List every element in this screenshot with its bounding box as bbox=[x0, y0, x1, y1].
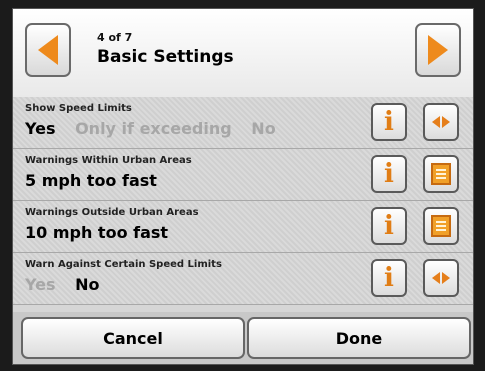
option-yes[interactable]: Yes bbox=[25, 119, 56, 138]
info-icon: i bbox=[384, 211, 394, 241]
toggle-option-button[interactable] bbox=[423, 259, 459, 297]
page-title: Basic Settings bbox=[97, 47, 234, 67]
setting-label: Warn Against Certain Speed Limits bbox=[25, 259, 222, 270]
setting-value: 5 mph too fast bbox=[25, 171, 157, 190]
option-no[interactable]: No bbox=[251, 119, 275, 138]
setting-row-warnings-outside-urban: Warnings Outside Urban Areas 10 mph too … bbox=[13, 201, 473, 253]
cancel-button[interactable]: Cancel bbox=[21, 317, 245, 359]
info-icon: i bbox=[384, 263, 394, 293]
info-button[interactable]: i bbox=[371, 259, 407, 297]
next-page-button[interactable] bbox=[415, 23, 461, 77]
list-button[interactable] bbox=[423, 155, 459, 193]
option-group: Yes Only if exceeding No bbox=[25, 119, 290, 138]
list-button[interactable] bbox=[423, 207, 459, 245]
option-yes[interactable]: Yes bbox=[25, 275, 56, 294]
option-no[interactable]: No bbox=[75, 275, 99, 294]
previous-page-button[interactable] bbox=[25, 23, 71, 77]
settings-screen: 4 of 7 Basic Settings Show Speed Limits … bbox=[12, 8, 474, 365]
info-button[interactable]: i bbox=[371, 155, 407, 193]
info-button[interactable]: i bbox=[371, 103, 407, 141]
arrow-left-icon bbox=[38, 35, 58, 65]
done-button[interactable]: Done bbox=[247, 317, 471, 359]
arrow-right-icon bbox=[428, 35, 448, 65]
setting-value: 10 mph too fast bbox=[25, 223, 169, 242]
list-icon bbox=[431, 215, 451, 237]
header: 4 of 7 Basic Settings bbox=[13, 9, 473, 98]
left-right-arrows-icon bbox=[432, 272, 450, 284]
info-icon: i bbox=[384, 159, 394, 189]
left-right-arrows-icon bbox=[432, 116, 450, 128]
option-group: Yes No bbox=[25, 275, 113, 294]
setting-row-warn-certain-speed-limits: Warn Against Certain Speed Limits Yes No… bbox=[13, 253, 473, 305]
list-icon bbox=[431, 163, 451, 185]
footer: Cancel Done bbox=[13, 312, 473, 364]
setting-label: Warnings Outside Urban Areas bbox=[25, 207, 199, 218]
option-only-if-exceeding[interactable]: Only if exceeding bbox=[75, 119, 232, 138]
setting-label: Warnings Within Urban Areas bbox=[25, 155, 192, 166]
info-icon: i bbox=[384, 107, 394, 137]
setting-row-show-speed-limits: Show Speed Limits Yes Only if exceeding … bbox=[13, 97, 473, 149]
setting-row-warnings-urban: Warnings Within Urban Areas 5 mph too fa… bbox=[13, 149, 473, 201]
toggle-option-button[interactable] bbox=[423, 103, 459, 141]
page-indicator: 4 of 7 bbox=[97, 31, 133, 44]
info-button[interactable]: i bbox=[371, 207, 407, 245]
setting-label: Show Speed Limits bbox=[25, 103, 132, 114]
